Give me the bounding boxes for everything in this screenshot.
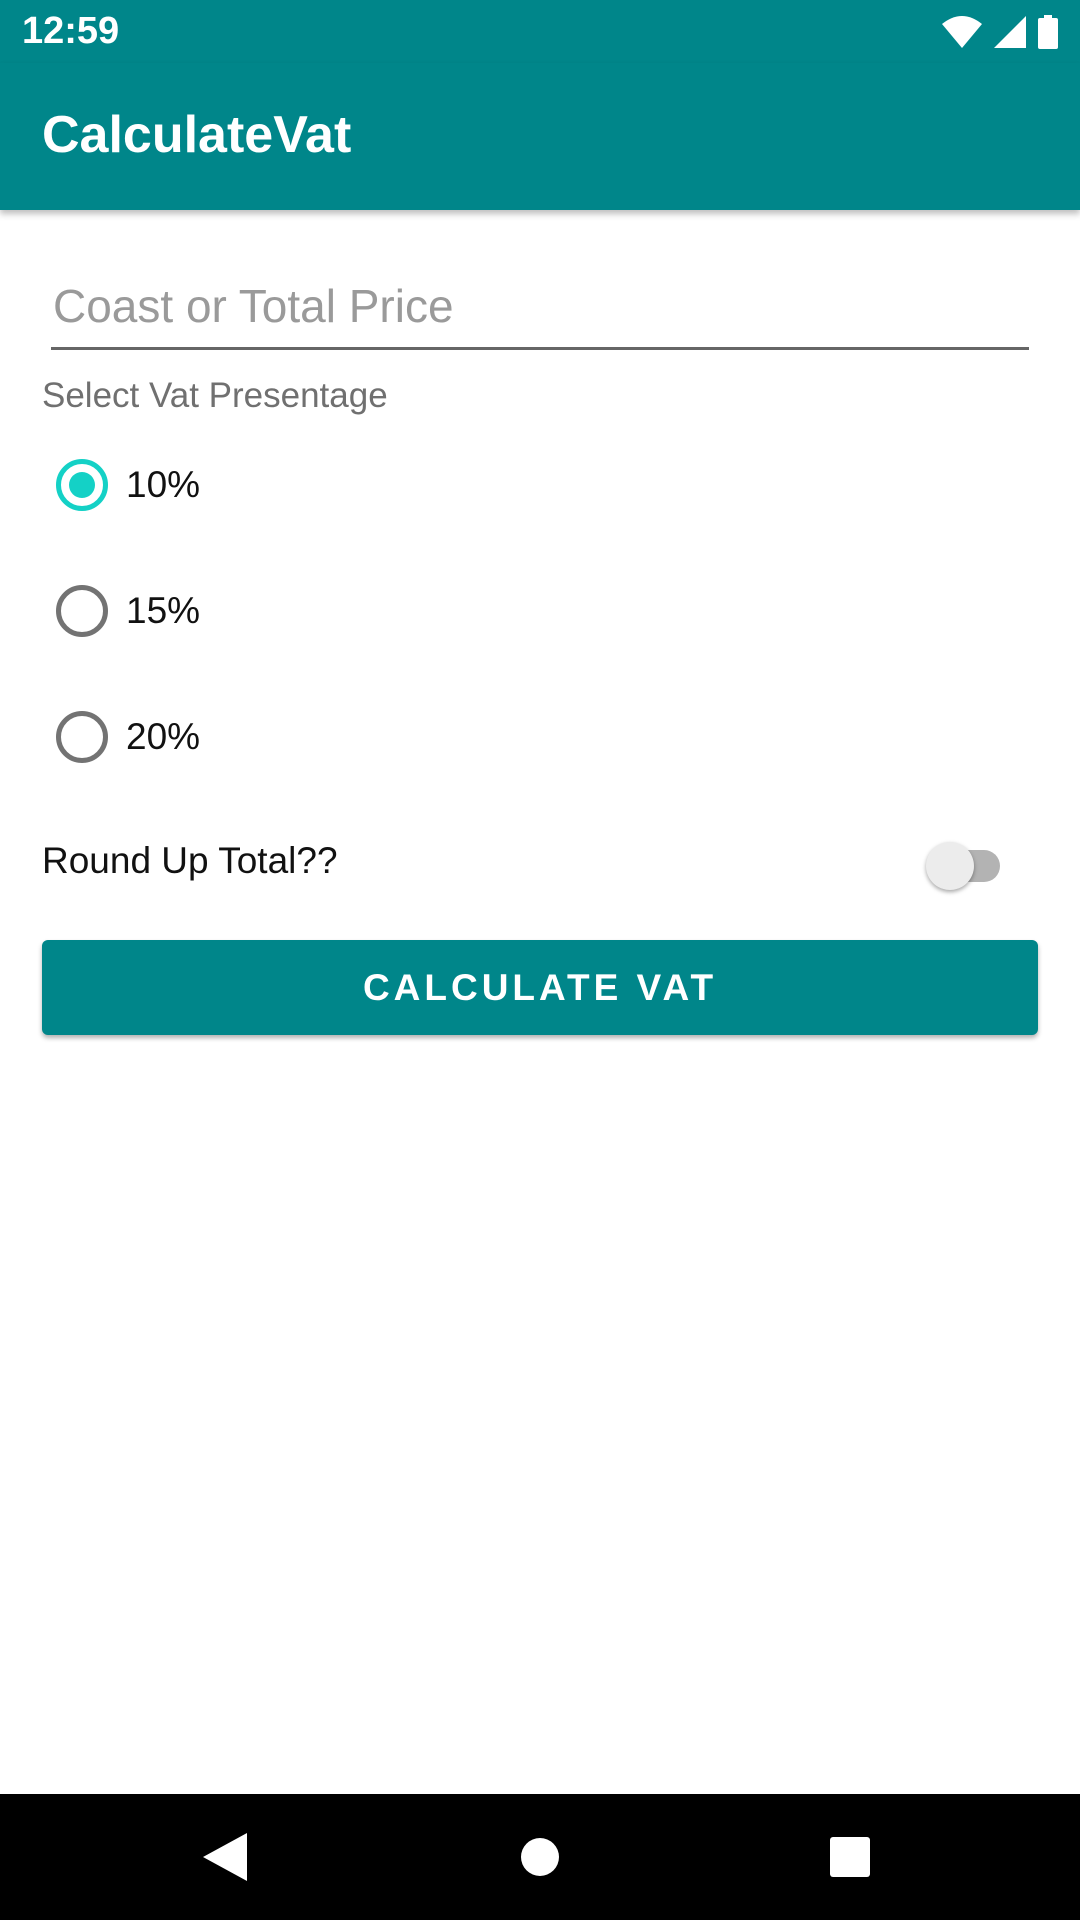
radio-unchecked-icon[interactable] xyxy=(56,711,108,763)
price-input[interactable] xyxy=(51,270,1029,350)
status-time: 12:59 xyxy=(22,10,120,52)
vat-option-20[interactable]: 20% xyxy=(56,702,356,772)
home-button[interactable] xyxy=(460,1794,620,1920)
vat-option-label: 10% xyxy=(126,464,201,505)
vat-option-label: 20% xyxy=(126,716,201,757)
home-icon xyxy=(521,1838,559,1876)
back-button[interactable] xyxy=(145,1794,305,1920)
switch-thumb[interactable] xyxy=(926,842,974,890)
round-up-label: Round Up Total?? xyxy=(42,840,338,881)
vat-option-15[interactable]: 15% xyxy=(56,576,356,646)
vat-option-label: 15% xyxy=(126,590,201,631)
back-icon xyxy=(203,1833,247,1881)
vat-percentage-label: Select Vat Presentage xyxy=(42,376,388,415)
radio-checked-icon[interactable] xyxy=(56,459,108,511)
recents-icon xyxy=(830,1837,870,1877)
vat-option-10[interactable]: 10% xyxy=(56,450,356,520)
radio-unchecked-icon[interactable] xyxy=(56,585,108,637)
round-up-switch[interactable] xyxy=(922,836,1008,892)
cell-signal-icon xyxy=(994,16,1026,48)
status-bar: 12:59 xyxy=(0,0,1080,63)
recents-button[interactable] xyxy=(770,1794,930,1920)
battery-icon xyxy=(1038,15,1058,49)
calculate-vat-button[interactable]: CALCULATE VAT xyxy=(42,940,1038,1035)
status-icons xyxy=(942,12,1058,52)
app-title: CalculateVat xyxy=(42,106,352,164)
navigation-bar xyxy=(0,1794,1080,1920)
wifi-icon xyxy=(942,16,982,48)
app-bar: CalculateVat xyxy=(0,63,1080,210)
